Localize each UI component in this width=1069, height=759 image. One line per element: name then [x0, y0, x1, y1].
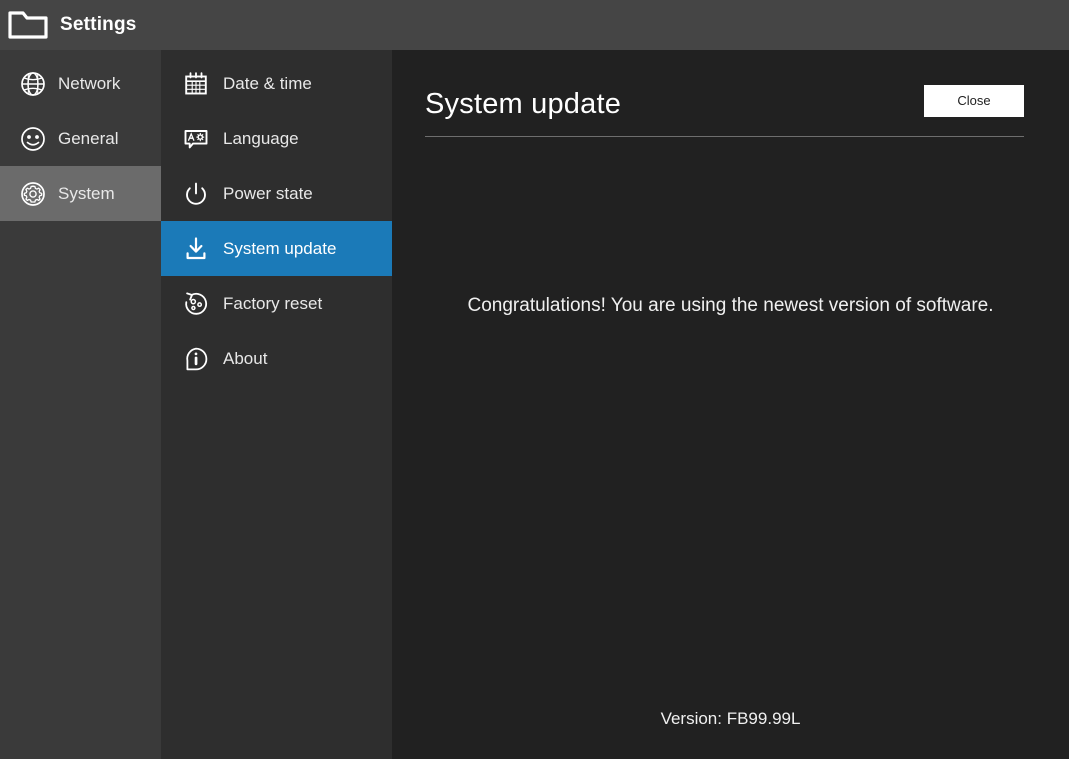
content-header: System update Close: [425, 72, 1024, 137]
submenu-item-label: Power state: [223, 183, 313, 203]
submenu-item-about[interactable]: About: [161, 331, 392, 386]
submenu-item-power-state[interactable]: Power state: [161, 166, 392, 221]
settings-window: Settings Network General System Date & t…: [0, 0, 1069, 759]
window-title: Settings: [60, 14, 137, 35]
sidebar: Network General System: [0, 50, 161, 759]
submenu-item-label: System update: [223, 238, 337, 258]
gear-icon: [21, 181, 45, 206]
submenu-item-date-time[interactable]: Date & time: [161, 56, 392, 111]
close-button[interactable]: Close: [924, 84, 1024, 117]
page-title: System update: [425, 87, 622, 120]
version-label: Version: FB99.99L: [660, 709, 801, 728]
sidebar-item-label: System: [58, 183, 115, 203]
submenu-item-label: Date & time: [223, 73, 312, 93]
sidebar-item-network[interactable]: Network: [0, 56, 161, 111]
update-status-message: Congratulations! You are using the newes…: [467, 295, 994, 316]
reset-icon: [185, 292, 208, 315]
globe-icon: [21, 71, 45, 96]
submenu-item-label: Factory reset: [223, 293, 323, 313]
face-icon: [21, 126, 45, 151]
submenu: Date & time Language Power state System …: [161, 50, 392, 759]
submenu-item-language[interactable]: Language: [161, 111, 392, 166]
power-icon: [186, 182, 206, 205]
info-icon: [186, 347, 208, 370]
submenu-item-factory-reset[interactable]: Factory reset: [161, 276, 392, 331]
submenu-item-label: About: [223, 348, 268, 368]
sidebar-item-label: Network: [58, 73, 121, 93]
sidebar-item-general[interactable]: General: [0, 111, 161, 166]
title-bar: Settings: [0, 0, 1069, 50]
sidebar-item-system[interactable]: System: [0, 166, 161, 221]
folder-icon: [8, 11, 48, 39]
calendar-icon: [185, 71, 207, 94]
submenu-item-system-update[interactable]: System update: [161, 221, 392, 276]
download-icon: [186, 236, 206, 259]
content-pane: System update Close Congratulations! You…: [392, 50, 1069, 759]
translate-icon: [184, 129, 208, 148]
sidebar-item-label: General: [58, 128, 119, 148]
panes: Network General System Date & time Langu…: [0, 50, 1069, 759]
submenu-item-label: Language: [223, 128, 299, 148]
